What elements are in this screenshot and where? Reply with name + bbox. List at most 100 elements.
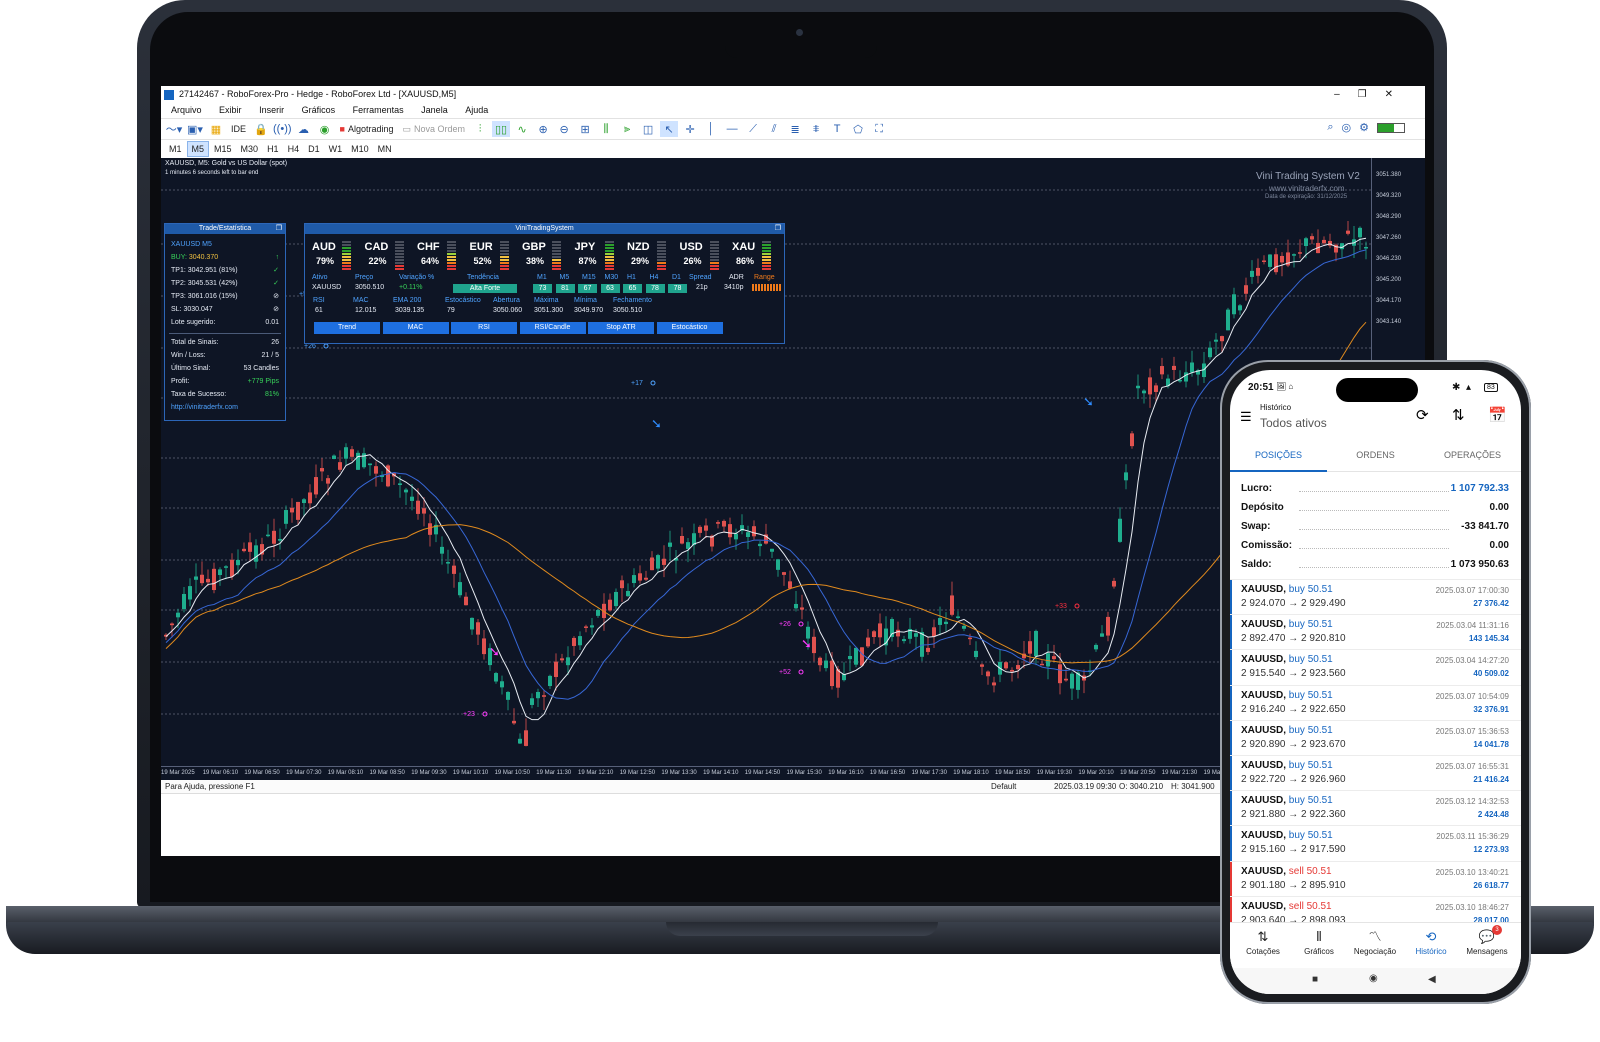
menu-graficos[interactable]: Gráficos bbox=[302, 103, 336, 118]
deal-row[interactable]: XAUUSD, buy 50.51 2 915.540 → 2 923.560 20… bbox=[1230, 649, 1521, 686]
menu-exibir[interactable]: Exibir bbox=[219, 103, 242, 118]
tf-m30[interactable]: M30 bbox=[237, 142, 263, 156]
restore-icon[interactable]: ❐ bbox=[775, 224, 781, 234]
candle bbox=[1046, 643, 1050, 680]
deal-row[interactable]: XAUUSD, buy 50.51 2 924.070 → 2 929.490 20… bbox=[1230, 579, 1521, 615]
buy-label: BUY: bbox=[171, 254, 187, 261]
tab-positions[interactable]: POSIÇÕES bbox=[1230, 450, 1327, 460]
horizontal-line-icon[interactable]: — bbox=[723, 121, 741, 137]
tf-w1[interactable]: W1 bbox=[325, 142, 347, 156]
market-icon[interactable]: ◉ bbox=[316, 121, 334, 137]
signal-button-mac[interactable]: MAC bbox=[382, 322, 449, 334]
tf-m5[interactable]: M5 bbox=[186, 141, 210, 157]
tab-orders[interactable]: ORDENS bbox=[1327, 450, 1424, 460]
tf-h1[interactable]: H1 bbox=[263, 142, 283, 156]
nav-quotes[interactable]: ⇅ Cotações bbox=[1234, 929, 1292, 956]
signal-marker[interactable]: +33 bbox=[1055, 603, 1080, 610]
shapes-icon[interactable]: ⬠ bbox=[849, 121, 867, 137]
header-title[interactable]: Todos ativos bbox=[1260, 416, 1327, 430]
deal-row[interactable]: XAUUSD, buy 50.51 2 916.240 → 2 922.650 20… bbox=[1230, 684, 1521, 721]
settings-icon[interactable]: ⚙ bbox=[1359, 121, 1369, 134]
signal-marker[interactable]: +52 bbox=[779, 669, 804, 676]
zoom-in-icon[interactable]: ⊕ bbox=[534, 121, 552, 137]
menu-ferramentas[interactable]: Ferramentas bbox=[353, 103, 404, 118]
channel-icon[interactable]: ⫽ bbox=[765, 121, 783, 137]
vertical-line-icon[interactable]: │ bbox=[702, 121, 720, 137]
templates-icon[interactable]: ▣▾ bbox=[186, 121, 204, 137]
signal-marker[interactable]: +26 bbox=[779, 621, 804, 628]
objects-icon[interactable]: ⛶ bbox=[870, 121, 888, 137]
tile-windows-icon[interactable]: ⊞ bbox=[576, 121, 594, 137]
ide-button[interactable]: IDE bbox=[228, 121, 249, 137]
zoom-out-icon[interactable]: ⊖ bbox=[555, 121, 573, 137]
signal-marker[interactable]: +23 bbox=[463, 711, 488, 718]
close-button[interactable]: ✕ bbox=[1385, 89, 1411, 100]
signal-marker[interactable]: +26 bbox=[304, 343, 329, 350]
cloud-icon[interactable]: ☁ bbox=[295, 121, 313, 137]
website-link[interactable]: http://vinitraderfx.com bbox=[171, 403, 279, 413]
home-icon[interactable]: ◉ bbox=[1369, 973, 1378, 984]
tf-m15[interactable]: M15 bbox=[210, 142, 236, 156]
nav-history[interactable]: ⟲ Histórico bbox=[1402, 929, 1460, 956]
tf-m10[interactable]: M10 bbox=[347, 142, 373, 156]
calendar-icon[interactable]: 📅 bbox=[1488, 406, 1507, 424]
tf-d1[interactable]: D1 bbox=[304, 142, 324, 156]
candle bbox=[464, 592, 468, 606]
deal-row[interactable]: XAUUSD, buy 50.51 2 920.890 → 2 923.670 20… bbox=[1230, 719, 1521, 756]
gann-icon[interactable]: ⩨ bbox=[807, 121, 825, 137]
lock-icon[interactable]: 🔒 bbox=[252, 121, 270, 137]
chart-type-icon[interactable]: 〜▾ bbox=[165, 121, 183, 137]
screenshot-icon[interactable]: ◫ bbox=[639, 121, 657, 137]
deal-row[interactable]: XAUUSD, buy 50.51 2 922.720 → 2 926.960 20… bbox=[1230, 755, 1521, 791]
deal-row[interactable]: XAUUSD, buy 50.51 2 892.470 → 2 920.810 20… bbox=[1230, 614, 1521, 651]
tf-m1[interactable]: M1 bbox=[165, 142, 186, 156]
fibonacci-icon[interactable]: ≣ bbox=[786, 121, 804, 137]
sort-icon[interactable]: ⇅ bbox=[1452, 406, 1465, 424]
line-chart-icon[interactable]: ∿ bbox=[513, 121, 531, 137]
signal-marker[interactable]: +17 bbox=[631, 380, 656, 387]
deal-symbol: XAUUSD, bbox=[1241, 865, 1287, 877]
text-icon[interactable]: T bbox=[828, 121, 846, 137]
deal-date: 2025.03.11 15:36:29 bbox=[1436, 832, 1509, 842]
tf-h4[interactable]: H4 bbox=[284, 142, 304, 156]
maximize-button[interactable]: ❐ bbox=[1358, 89, 1385, 100]
menu-ajuda[interactable]: Ajuda bbox=[465, 103, 488, 118]
auto-scroll-icon[interactable]: ⫸ bbox=[618, 121, 636, 137]
indicators-icon[interactable]: ⫼ bbox=[597, 121, 615, 137]
nav-messages[interactable]: 💬 Mensagens 3 bbox=[1458, 925, 1516, 956]
signal-button-stopatr[interactable]: Stop ATR bbox=[588, 322, 654, 334]
cursor-icon[interactable]: ↖ bbox=[660, 121, 679, 137]
tf-mn[interactable]: MN bbox=[374, 142, 396, 156]
nav-trade[interactable]: 〽 Negociação bbox=[1346, 929, 1404, 956]
bar-chart-icon[interactable]: ⫶ bbox=[471, 121, 489, 137]
minimize-button[interactable]: – bbox=[1334, 89, 1358, 100]
search-icon[interactable]: ⌕ bbox=[1327, 121, 1333, 134]
signal-icon[interactable]: ((•)) bbox=[273, 121, 292, 137]
nav-charts[interactable]: ⫴ Gráficos bbox=[1290, 929, 1348, 956]
restore-icon[interactable]: ❐ bbox=[276, 224, 282, 234]
signal-button-trend[interactable]: Trend bbox=[314, 322, 380, 334]
account-icon[interactable]: ◎ bbox=[1342, 121, 1352, 134]
back-icon[interactable]: ◀ bbox=[1428, 974, 1436, 985]
signal-button-estocstico[interactable]: Estocástico bbox=[656, 322, 723, 334]
algotrading-button[interactable]: ■ Algotrading bbox=[337, 121, 397, 137]
trendline-icon[interactable]: ⟋ bbox=[744, 121, 762, 137]
menu-inserir[interactable]: Inserir bbox=[259, 103, 284, 118]
deal-row[interactable]: XAUUSD, buy 50.51 2 921.880 → 2 922.360 20… bbox=[1230, 790, 1521, 827]
signal-button-rsicandle[interactable]: RSI/Candle bbox=[519, 322, 586, 334]
signal-button-rsi[interactable]: RSI bbox=[451, 322, 517, 334]
deal-side-stripe bbox=[1230, 685, 1232, 721]
menu-arquivo[interactable]: Arquivo bbox=[171, 103, 202, 118]
candles-icon[interactable]: ▯▯ bbox=[492, 121, 511, 137]
crosshair-icon[interactable]: ✛ bbox=[681, 121, 699, 137]
recents-icon[interactable]: ■ bbox=[1312, 974, 1318, 985]
menu-janela[interactable]: Janela bbox=[421, 103, 448, 118]
tab-deals[interactable]: OPERAÇÕES bbox=[1424, 450, 1521, 460]
time-tick: 19 Mar 06:50 bbox=[244, 770, 280, 776]
new-order-button[interactable]: ▭ Nova Ordem bbox=[400, 121, 469, 137]
deal-row[interactable]: XAUUSD, sell 50.51 2 901.180 → 2 895.910 2… bbox=[1230, 860, 1521, 897]
refresh-icon[interactable]: ⟳ bbox=[1416, 406, 1429, 424]
profiles-icon[interactable]: ▦ bbox=[207, 121, 225, 137]
deal-row[interactable]: XAUUSD, buy 50.51 2 915.160 → 2 917.590 20… bbox=[1230, 825, 1521, 862]
hamburger-menu-icon[interactable]: ☰ bbox=[1240, 409, 1252, 425]
